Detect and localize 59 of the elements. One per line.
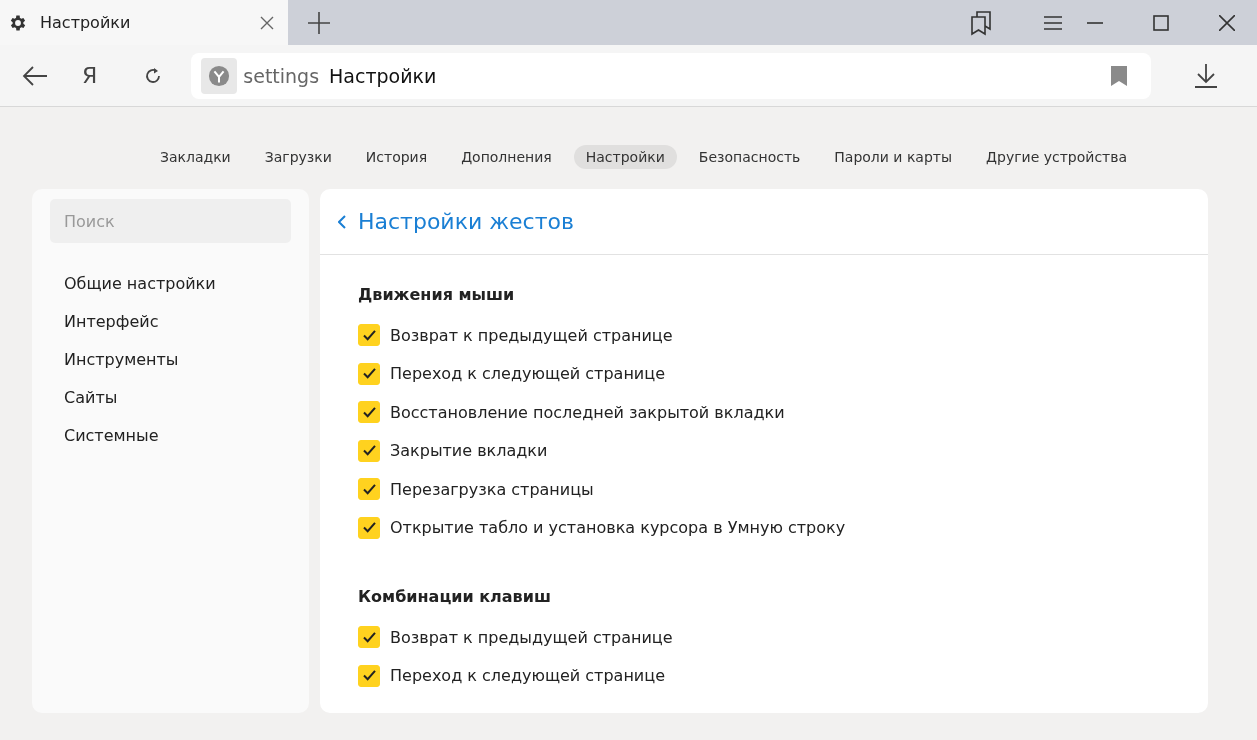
checkmark-icon: [362, 631, 376, 643]
option-label: Возврат к предыдущей странице: [390, 627, 673, 647]
checkmark-icon: [362, 522, 376, 534]
checkbox[interactable]: [358, 516, 380, 539]
checkmark-icon: [362, 483, 376, 495]
option-label: Закрытие вкладки: [390, 441, 548, 461]
nav-tab[interactable]: Пароли и карты: [822, 145, 965, 169]
checkbox[interactable]: [358, 439, 380, 462]
checkmark-icon: [362, 329, 376, 341]
checkbox[interactable]: [358, 362, 380, 385]
nav-tab[interactable]: Дополнения: [449, 145, 564, 169]
nav-tab[interactable]: Другие устройства: [974, 145, 1140, 169]
option-label: Переход к следующей странице: [390, 364, 665, 384]
url-scheme: settings: [243, 64, 320, 87]
close-icon[interactable]: [260, 15, 274, 30]
sidebar-item[interactable]: Сайты: [64, 387, 291, 409]
checkmark-icon: [362, 445, 376, 457]
nav-tab[interactable]: Настройки: [573, 145, 677, 169]
maximize-icon[interactable]: [1153, 14, 1169, 31]
section-title: Комбинации клавиш: [358, 587, 552, 606]
option-label: Переход к следующей странице: [390, 666, 665, 686]
tab-title: Настройки: [40, 13, 132, 32]
close-icon[interactable]: [1219, 14, 1235, 31]
sidebar-item[interactable]: Интерфейс: [64, 311, 291, 333]
download-icon[interactable]: [1195, 63, 1218, 88]
page-title: Настройки: [329, 64, 437, 87]
nav-tab[interactable]: История: [353, 145, 440, 169]
chevron-left-icon[interactable]: [338, 214, 346, 229]
yandex-button[interactable]: Я: [82, 63, 98, 88]
checkbox[interactable]: [358, 626, 380, 649]
nav-tab[interactable]: Безопасность: [686, 145, 813, 169]
address-bar[interactable]: settings Настройки: [191, 52, 1152, 99]
sidebar-item[interactable]: Системные: [64, 425, 291, 447]
checkmark-icon: [362, 406, 376, 418]
minimize-icon[interactable]: [1087, 21, 1103, 24]
section-title: Движения мыши: [358, 285, 516, 304]
plus-icon[interactable]: [308, 11, 330, 34]
checkbox[interactable]: [358, 324, 380, 347]
bookmarks-icon[interactable]: [968, 9, 994, 36]
sidebar-item[interactable]: Инструменты: [64, 349, 291, 371]
option-label: Восстановление последней закрытой вкладки: [390, 402, 785, 422]
option-label: Открытие табло и установка курсора в Умную строку: [390, 518, 846, 538]
menu-icon[interactable]: [1044, 15, 1062, 30]
option-label: Перезагрузка страницы: [390, 479, 594, 499]
sidebar-item[interactable]: Общие настройки: [64, 273, 291, 295]
checkbox[interactable]: [358, 664, 380, 687]
checkmark-icon: [362, 670, 376, 682]
site-icon: [201, 57, 238, 94]
nav-tab[interactable]: Загрузки: [252, 145, 344, 169]
checkbox[interactable]: [358, 478, 380, 501]
panel-title: Настройки жестов: [358, 209, 574, 234]
nav-tab[interactable]: Закладки: [147, 145, 243, 169]
search-field[interactable]: Поиск: [50, 199, 291, 243]
checkbox[interactable]: [358, 401, 380, 424]
bookmark-icon[interactable]: [1111, 65, 1128, 86]
checkmark-icon: [362, 368, 376, 380]
option-label: Возврат к предыдущей странице: [390, 325, 673, 345]
browser-tab[interactable]: Настройки: [0, 0, 288, 45]
back-arrow-icon[interactable]: [22, 65, 48, 86]
